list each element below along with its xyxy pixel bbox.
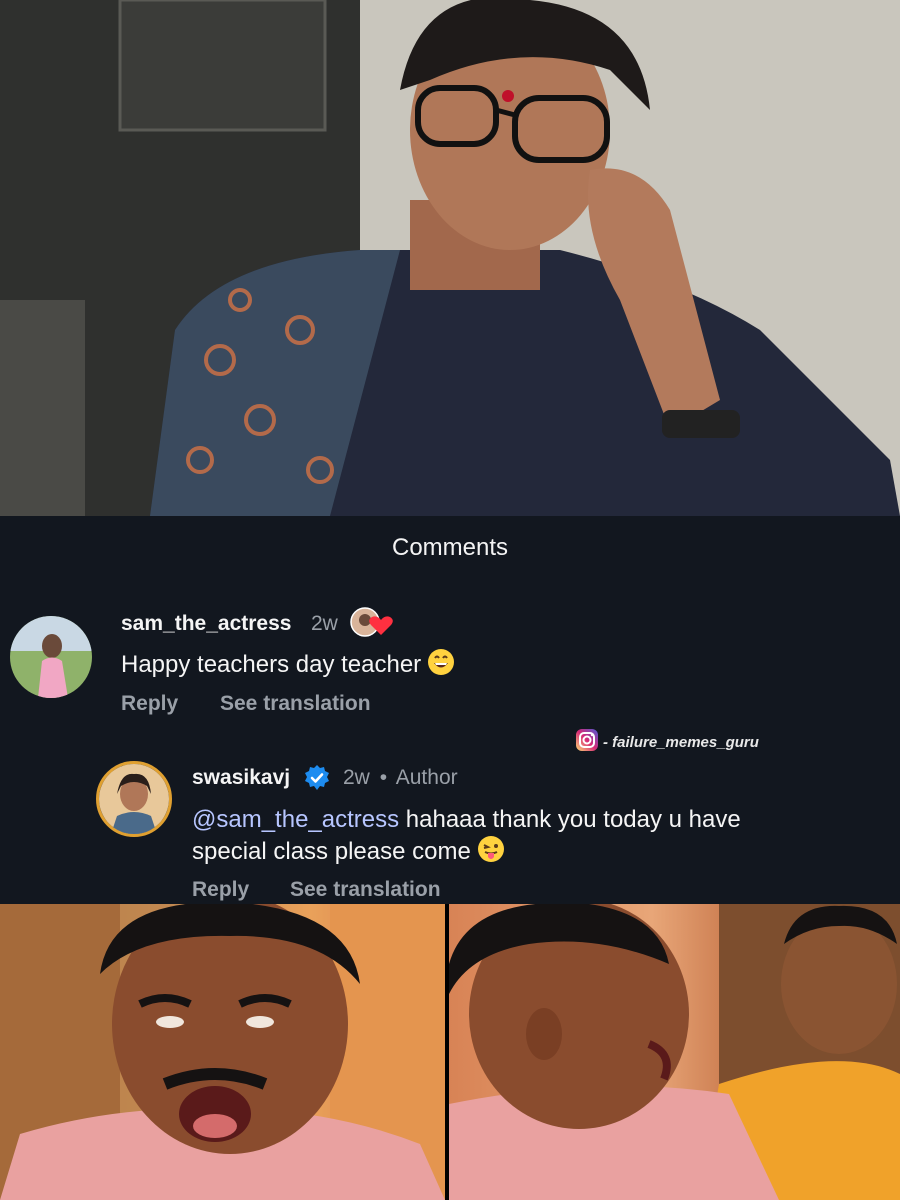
instagram-icon [575, 728, 599, 756]
comment-text: Happy teachers day teacher [121, 651, 422, 678]
grin-emoji-icon [427, 648, 455, 684]
laughing-man-side-photo [449, 904, 900, 1200]
verified-badge-icon [303, 764, 331, 797]
avatar-swasikavj[interactable] [96, 761, 172, 837]
reply-timestamp: 2w [343, 766, 370, 789]
watermark-text: - failure_memes_guru [603, 733, 759, 751]
laughing-man-photo [0, 904, 445, 1200]
tongue-emoji-icon [477, 835, 505, 871]
heart-liked-icon [350, 607, 394, 644]
reply-meta: 2w • Author [343, 766, 458, 790]
reply-username[interactable]: swasikavj [192, 766, 290, 790]
mention-link[interactable]: @sam_the_actress [192, 806, 399, 833]
watermark: - failure_memes_guru [575, 728, 759, 756]
comment-timestamp: 2w [311, 612, 338, 635]
meta-separator: • [379, 766, 388, 789]
see-translation-button[interactable]: See translation [290, 878, 441, 902]
author-label: Author [395, 766, 458, 789]
meme-screenshot: Comments sam_the_actress 2w Happy teache… [0, 0, 900, 1200]
bottom-reaction-photos [0, 904, 900, 1200]
reply-button[interactable]: Reply [192, 878, 249, 902]
top-photo-teacher [0, 0, 900, 516]
reply-button[interactable]: Reply [121, 692, 178, 716]
comments-panel: Comments sam_the_actress 2w Happy teache… [0, 516, 900, 904]
reply-body: @sam_the_actress hahaaa thank you today … [192, 804, 872, 871]
reply-text-line1: hahaaa thank you today u have [399, 806, 741, 833]
avatar-sam-the-actress[interactable] [10, 616, 92, 698]
see-translation-button[interactable]: See translation [220, 692, 371, 716]
reply-text-line2: special class please come [192, 838, 471, 865]
comments-title: Comments [391, 534, 509, 561]
comment-username[interactable]: sam_the_actress [121, 612, 291, 636]
comment-body: Happy teachers day teacher [121, 648, 455, 684]
